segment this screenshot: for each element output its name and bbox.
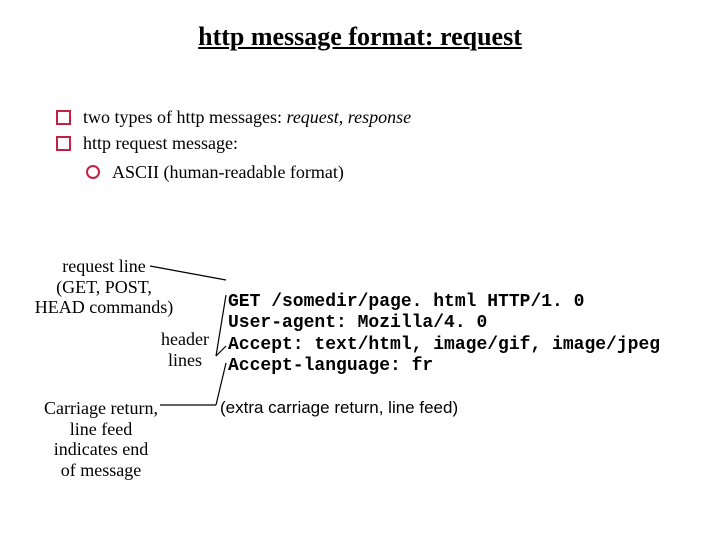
sub-bullet-1-text: ASCII (human-readable format) bbox=[112, 160, 344, 184]
code-line-1: GET /somedir/page. html HTTP/1. 0 bbox=[228, 292, 584, 312]
bullet-1: two types of http messages: request, res… bbox=[56, 105, 680, 129]
sub-bullet-1: ASCII (human-readable format) bbox=[86, 160, 680, 184]
code-line-2: User-agent: Mozilla/4. 0 bbox=[228, 313, 487, 333]
slide-title: http message format: request bbox=[0, 22, 720, 52]
label-header-lines: headerlines bbox=[150, 329, 220, 370]
circle-bullet-icon bbox=[86, 165, 100, 179]
label-request-line: request line(GET, POST,HEAD commands) bbox=[24, 256, 184, 318]
bullet-list: two types of http messages: request, res… bbox=[56, 105, 680, 184]
bullet-1-text: two types of http messages: request, res… bbox=[83, 105, 411, 129]
http-message-block: GET /somedir/page. html HTTP/1. 0 User-a… bbox=[228, 270, 660, 378]
label-carriage-return: Carriage return,line feedindicates endof… bbox=[26, 398, 176, 481]
code-line-4: Accept-language: fr bbox=[228, 356, 433, 376]
square-bullet-icon bbox=[56, 110, 71, 125]
code-line-3: Accept: text/html, image/gif, image/jpeg bbox=[228, 335, 660, 355]
label-extra-crlf: (extra carriage return, line feed) bbox=[220, 398, 458, 418]
bullet-2-text: http request message: bbox=[83, 131, 238, 155]
square-bullet-icon bbox=[56, 136, 71, 151]
bullet-1-prefix: two types of http messages: bbox=[83, 107, 286, 127]
bullet-1-emph: request, response bbox=[286, 107, 411, 127]
bullet-2: http request message: bbox=[56, 131, 680, 155]
